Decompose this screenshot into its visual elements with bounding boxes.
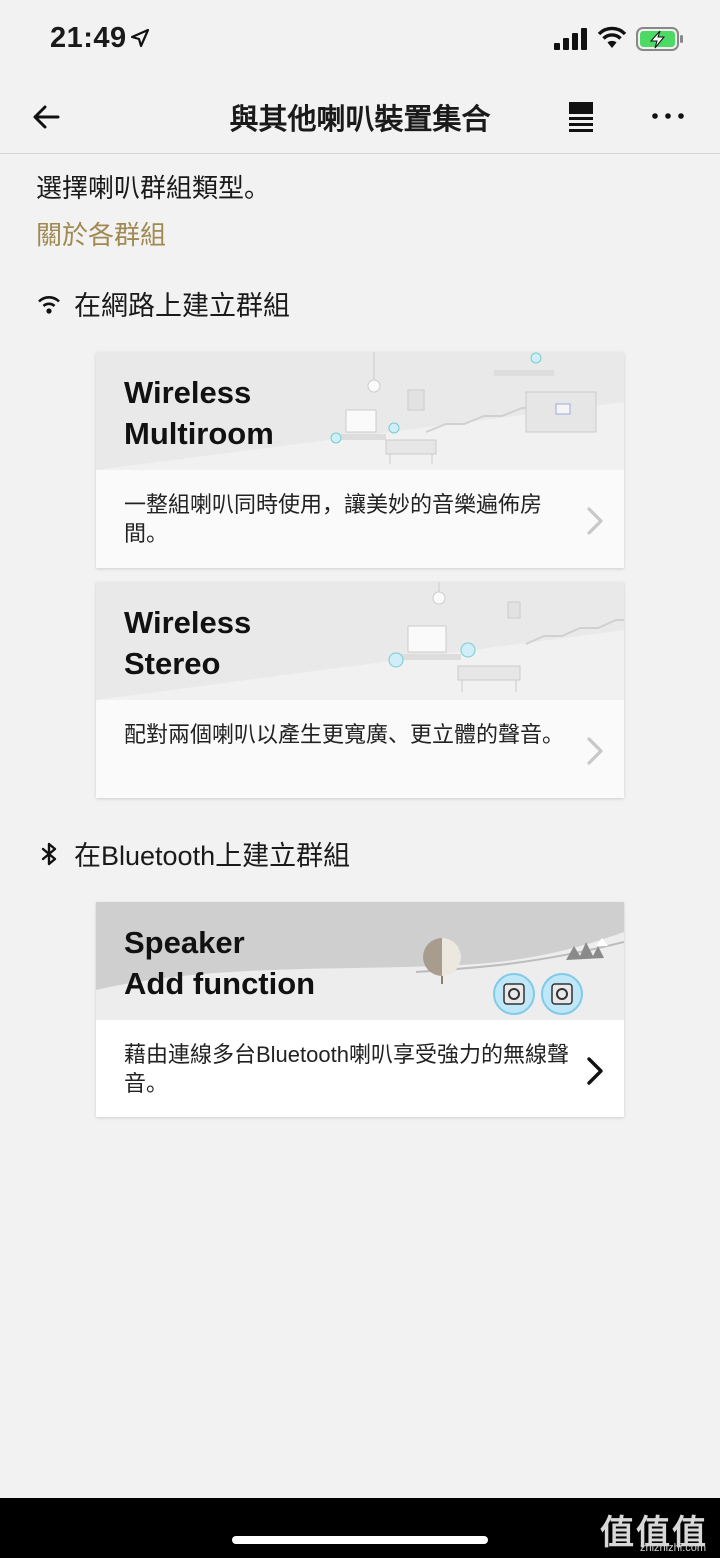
card-title-line1: Wireless <box>124 375 252 410</box>
card-description: 一整組喇叭同時使用，讓美妙的音樂遍佈房間。 <box>96 470 624 568</box>
status-bar: 21:49 <box>0 0 720 80</box>
location-arrow-icon <box>130 28 150 48</box>
card-wireless-multiroom[interactable]: Wireless Multiroom 一整組喇叭同時使用，讓美妙的音樂遍佈房間。 <box>96 352 624 568</box>
card-description-text: 配對兩個喇叭以產生更寬廣、更立體的聲音。 <box>124 722 565 747</box>
nav-bar: 與其他喇叭裝置集合 <box>0 80 720 154</box>
section-bluetooth-header: 在Bluetooth上建立群組 <box>36 834 350 873</box>
card-hero-image: Wireless Multiroom <box>96 352 624 470</box>
section-bluetooth-title: 在Bluetooth上建立群組 <box>74 841 351 871</box>
chevron-right-icon <box>587 1057 603 1085</box>
card-title-line2: Add function <box>124 966 316 1001</box>
playlist-icon[interactable] <box>563 98 599 134</box>
home-indicator[interactable] <box>232 1536 488 1544</box>
card-description: 配對兩個喇叭以產生更寬廣、更立體的聲音。 <box>96 700 624 798</box>
watermark-url: zhizhizhi.com <box>639 1542 706 1554</box>
card-title-line2: Stereo <box>124 646 221 681</box>
card-title: Wireless Stereo <box>124 602 251 684</box>
card-hero-image: Wireless Stereo <box>96 582 624 700</box>
card-hero-image: Speaker Add function <box>96 902 624 1020</box>
status-time: 21:49 <box>50 22 127 54</box>
section-network-header: 在網路上建立群組 <box>36 284 290 323</box>
card-title: Speaker Add function <box>124 922 315 1004</box>
card-speaker-add-function[interactable]: Speaker Add function 藉由連線多台Bluetooth喇叭享受… <box>96 902 624 1117</box>
chevron-right-icon <box>587 507 603 535</box>
card-title-line1: Speaker <box>124 925 245 960</box>
card-title: Wireless Multiroom <box>124 372 274 454</box>
back-arrow-icon[interactable] <box>26 96 68 138</box>
section-network-title: 在網路上建立群組 <box>74 291 290 321</box>
battery-charging-icon <box>636 27 683 51</box>
about-groups-link[interactable]: 關於各群組 <box>36 215 166 252</box>
page-title: 與其他喇叭裝置集合 <box>229 104 491 136</box>
card-title-line2: Multiroom <box>124 416 274 451</box>
wifi-status-icon <box>597 26 627 48</box>
cellular-signal-icon <box>554 28 587 50</box>
card-description: 藉由連線多台Bluetooth喇叭享受強力的無線聲音。 <box>96 1020 624 1117</box>
card-description-text: 藉由連線多台Bluetooth喇叭享受強力的無線聲音。 <box>124 1042 569 1096</box>
intro-text: 選擇喇叭群組類型。 <box>36 173 271 203</box>
more-menu-icon[interactable] <box>648 98 688 134</box>
chevron-right-icon <box>587 737 603 765</box>
card-description-text: 一整組喇叭同時使用，讓美妙的音樂遍佈房間。 <box>124 492 543 546</box>
card-title-line1: Wireless <box>124 605 252 640</box>
card-wireless-stereo[interactable]: Wireless Stereo 配對兩個喇叭以產生更寬廣、更立體的聲音。 <box>96 582 624 798</box>
bluetooth-icon <box>41 842 57 865</box>
wifi-icon <box>38 295 60 314</box>
